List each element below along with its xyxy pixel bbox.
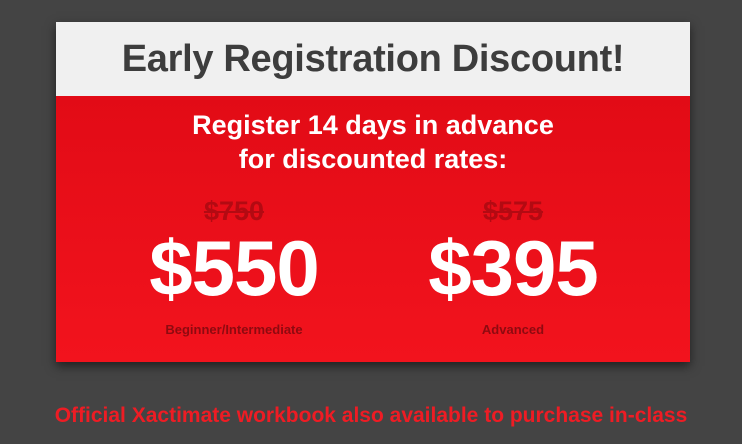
card-body: Register 14 days in advance for discount… bbox=[56, 96, 690, 362]
discount-card: Early Registration Discount! Register 14… bbox=[56, 22, 690, 362]
intro-text: Register 14 days in advance for discount… bbox=[56, 108, 690, 176]
price-advanced: $575 $395 Advanced bbox=[383, 196, 643, 337]
card-header: Early Registration Discount! bbox=[56, 22, 690, 96]
workbook-note: Official Xactimate workbook also availab… bbox=[54, 404, 688, 427]
original-price: $750 bbox=[203, 196, 265, 226]
price-beginner-intermediate: $750 $550 Beginner/Intermediate bbox=[104, 196, 364, 337]
intro-line-2: for discounted rates: bbox=[238, 144, 508, 174]
discounted-price: $395 bbox=[428, 224, 599, 312]
tier-label: Beginner/Intermediate bbox=[165, 322, 303, 337]
tier-label: Advanced bbox=[481, 322, 545, 337]
discounted-price: $550 bbox=[149, 224, 320, 312]
intro-line-1: Register 14 days in advance bbox=[192, 110, 554, 140]
banner-title: Early Registration Discount! bbox=[121, 37, 625, 80]
original-price: $575 bbox=[482, 196, 544, 226]
